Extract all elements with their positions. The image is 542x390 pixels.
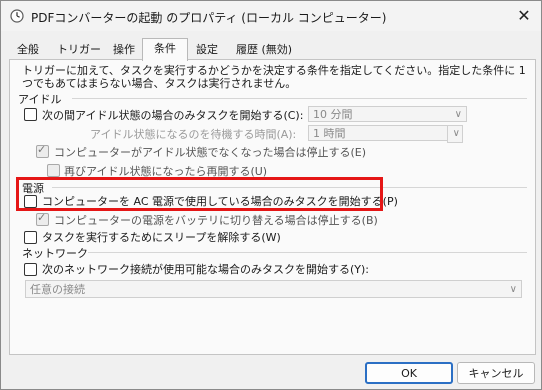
restart-on-idle-checkbox[interactable] xyxy=(47,164,60,177)
cancel-button[interactable]: キャンセル xyxy=(457,362,535,384)
start-only-idle-label: 次の間アイドル状態の場合のみタスクを開始する(C): xyxy=(42,109,304,122)
tab-general[interactable]: 全般 xyxy=(10,41,46,59)
tab-triggers[interactable]: トリガー xyxy=(52,41,106,59)
network-divider xyxy=(88,252,527,253)
idle-divider xyxy=(72,98,527,99)
tab-history[interactable]: 履歴 (無効) xyxy=(228,41,300,59)
idle-section-title: アイドル xyxy=(18,93,62,106)
network-available-checkbox[interactable] xyxy=(24,263,37,276)
chevron-down-icon: ∨ xyxy=(509,284,517,295)
tab-actions[interactable]: 操作 xyxy=(108,41,140,59)
stop-on-battery-label: コンピューターの電源をバッテリに切り替える場合は停止する(B) xyxy=(54,214,378,227)
wake-to-run-checkbox[interactable] xyxy=(24,231,37,244)
properties-dialog: PDFコンバーターの起動 のプロパティ (ローカル コンピューター) ✕ 全般 … xyxy=(0,0,542,390)
window-title: PDFコンバーターの起動 のプロパティ (ローカル コンピューター) xyxy=(31,11,387,25)
scheduled-task-clock-icon xyxy=(10,9,24,23)
title-bar: PDFコンバーターの起動 のプロパティ (ローカル コンピューター) ✕ xyxy=(1,1,541,31)
stop-on-not-idle-label: コンピューターがアイドル状態でなくなった場合は停止する(E) xyxy=(54,146,366,159)
highlight-box xyxy=(16,177,383,211)
conditions-description: トリガーに加えて、タスクを実行するかどうかを決定する条件を指定してください。指定… xyxy=(22,64,526,90)
chevron-down-icon: ∨ xyxy=(454,109,462,120)
network-connection-value: 任意の接続 xyxy=(30,283,85,296)
close-icon[interactable]: ✕ xyxy=(513,5,535,27)
network-section-title: ネットワーク xyxy=(22,247,88,260)
ok-button[interactable]: OK xyxy=(365,362,453,384)
stop-on-battery-checkbox[interactable] xyxy=(36,211,49,226)
wait-time-label: アイドル状態になるのを待機する時間(A): xyxy=(90,128,297,141)
stop-on-not-idle-checkbox[interactable] xyxy=(36,143,49,158)
network-available-label: 次のネットワーク接続が使用可能な場合のみタスクを開始する(Y): xyxy=(42,263,370,276)
idle-duration-combo[interactable]: 10 分間 ∨ xyxy=(308,106,467,122)
tab-conditions[interactable]: 条件 xyxy=(142,38,188,61)
wait-time-combo[interactable]: 1 時間 ∨ xyxy=(308,125,463,143)
tab-settings[interactable]: 設定 xyxy=(190,41,224,59)
idle-duration-value: 10 分間 xyxy=(313,108,353,121)
start-only-idle-checkbox[interactable] xyxy=(24,108,37,121)
wake-to-run-label: タスクを実行するためにスリープを解除する(W) xyxy=(42,231,281,244)
chevron-down-icon: ∨ xyxy=(447,125,463,143)
network-connection-combo[interactable]: 任意の接続 ∨ xyxy=(25,280,522,298)
wait-time-value: 1 時間 xyxy=(313,127,346,140)
